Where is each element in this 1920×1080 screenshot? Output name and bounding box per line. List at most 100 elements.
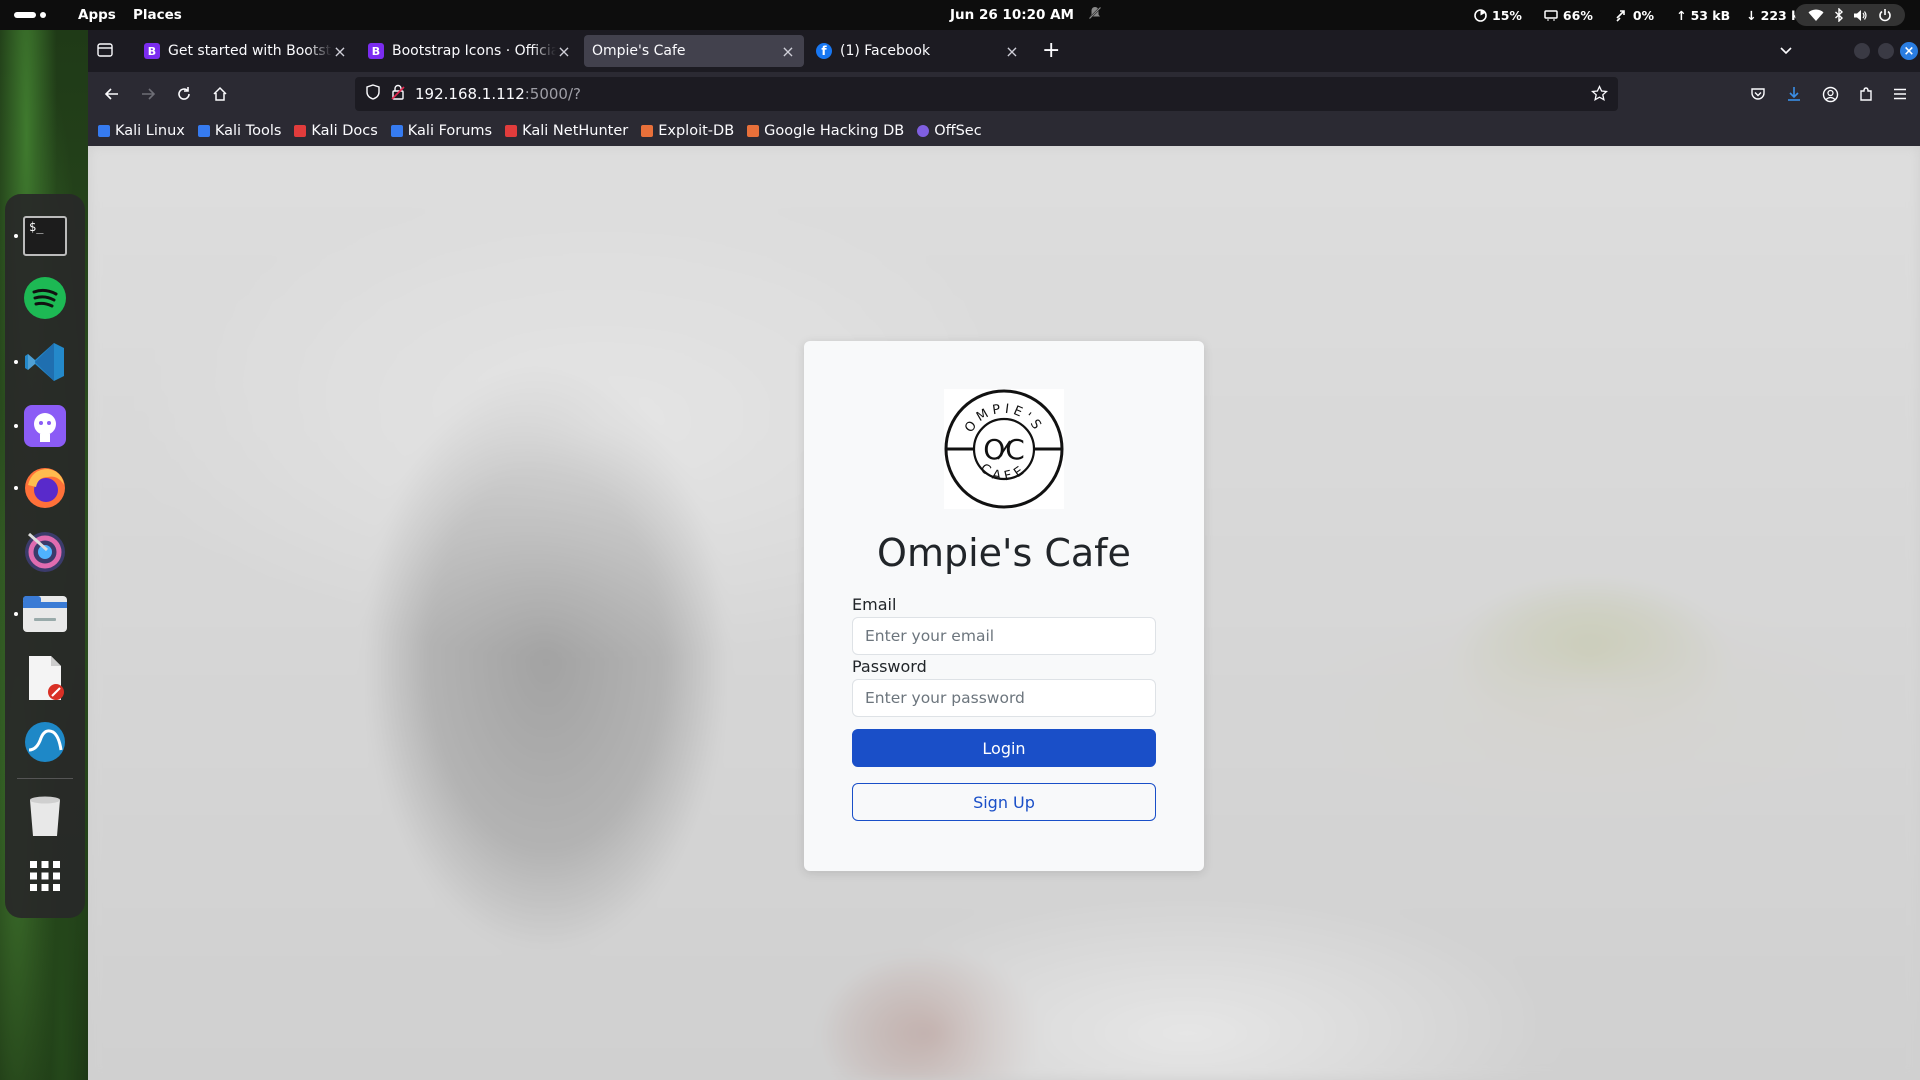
wireshark-icon[interactable] [19, 716, 71, 768]
bookmark-kali-linux[interactable]: Kali Linux [98, 123, 185, 139]
maximize-button[interactable] [1878, 43, 1894, 59]
close-tab-icon[interactable]: × [332, 42, 348, 61]
bookmark-label: OffSec [934, 123, 982, 139]
bookmark-google-hacking-db[interactable]: Google Hacking DB [747, 123, 904, 139]
apps-menu[interactable]: Apps [78, 0, 116, 30]
bookmark-kali-docs[interactable]: Kali Docs [294, 123, 378, 139]
app-menu-button[interactable] [1884, 78, 1916, 110]
bookmark-offsec[interactable]: OffSec [917, 123, 982, 139]
url-bar[interactable]: 192.168.1.112:5000/? [355, 77, 1618, 111]
bookmark-kali-nethunter[interactable]: Kali NetHunter [505, 123, 628, 139]
github-desktop-icon[interactable] [14, 400, 71, 452]
activities-indicator[interactable] [14, 0, 46, 30]
puzzle-piece-icon [1860, 87, 1872, 101]
url-rest: :5000/? [524, 85, 581, 103]
url-host: 192.168.1.112 [415, 85, 525, 103]
downloads-button[interactable] [1778, 78, 1810, 110]
upload-stat: ↑ 53 kB [1676, 8, 1730, 23]
cpu-stat: 15% [1474, 8, 1522, 23]
bookmark-star-icon[interactable] [1590, 84, 1609, 106]
memory-value: 66% [1562, 7, 1593, 23]
new-tab-button[interactable]: + [1042, 38, 1060, 63]
tab-bootstrap-start[interactable]: B Get started with Bootstrap × [136, 35, 356, 67]
bookmark-label: Kali NetHunter [522, 123, 629, 139]
bookmarks-toolbar: Kali Linux Kali Tools Kali Docs Kali For… [88, 116, 1920, 146]
reload-icon [178, 87, 190, 100]
tab-facebook[interactable]: f (1) Facebook × [808, 35, 1028, 67]
close-tab-icon[interactable]: × [780, 42, 796, 61]
password-label: Password [852, 657, 927, 676]
kali-forums-icon [390, 125, 403, 137]
close-tab-icon[interactable]: × [1004, 42, 1020, 61]
minimize-button[interactable] [1854, 43, 1870, 59]
ghdb-icon [747, 125, 760, 137]
text-editor-icon[interactable] [19, 652, 71, 704]
swap-stat: 0% [1615, 8, 1654, 23]
tab-ompies-cafe[interactable]: Ompie's Cafe × [584, 35, 804, 67]
forward-arrow-icon [142, 88, 156, 100]
notifications-muted-icon [1088, 6, 1102, 24]
url-text[interactable]: 192.168.1.112:5000/? [415, 85, 581, 103]
chevron-down-icon [1780, 47, 1792, 55]
trash-icon[interactable] [19, 790, 71, 842]
pocket-button[interactable] [1742, 78, 1774, 110]
insecure-lock-icon[interactable] [391, 84, 405, 104]
kali-docs-icon [294, 125, 307, 137]
wifi-icon [1808, 9, 1824, 21]
nethunter-icon [505, 125, 518, 137]
firefox-icon[interactable] [14, 462, 71, 514]
web-page: OMPIE'S CAFE OC Ompie's Cafe Email Passw… [88, 146, 1920, 1080]
system-monitor[interactable]: 15% 66% 0% ↑ 53 kB ↓ 223 kB [1452, 0, 1809, 30]
hamburger-menu-icon [1894, 88, 1906, 100]
list-all-tabs-button[interactable] [1778, 42, 1794, 62]
offsec-icon [917, 125, 930, 137]
tab-bootstrap-icons[interactable]: B Bootstrap Icons · Official open source… [360, 35, 580, 67]
dock: $_ [5, 194, 85, 918]
datetime: Jun 26 10:20 AM [950, 7, 1074, 23]
tab-title: Get started with Bootstrap [168, 43, 332, 59]
password-field[interactable] [852, 679, 1156, 717]
memory-stat: 66% [1544, 8, 1593, 23]
system-status-menu[interactable] [1795, 4, 1905, 26]
email-label: Email [852, 595, 897, 614]
terminal-icon[interactable]: $_ [14, 210, 71, 262]
clock[interactable]: Jun 26 10:20 AM [950, 0, 1102, 30]
back-arrow-icon [104, 88, 118, 100]
bookmark-label: Kali Tools [214, 123, 282, 139]
color-picker-icon[interactable] [19, 526, 71, 578]
email-field[interactable] [852, 617, 1156, 655]
tab-title: (1) Facebook [840, 43, 931, 59]
bookmark-kali-forums[interactable]: Kali Forums [390, 123, 492, 139]
login-button[interactable]: Login [852, 729, 1156, 767]
bootstrap-icon: B [368, 43, 384, 59]
spotify-icon[interactable] [19, 272, 71, 324]
close-tab-icon[interactable]: × [556, 42, 572, 61]
back-button[interactable] [96, 78, 128, 110]
tab-title: Bootstrap Icons · Official open source S… [392, 43, 556, 59]
extensions-button[interactable] [1850, 78, 1882, 110]
system-top-bar: Apps Places Jun 26 10:20 AM 15% 66% 0% ↑… [0, 0, 1920, 30]
places-menu[interactable]: Places [133, 0, 182, 30]
files-icon[interactable] [14, 588, 71, 640]
reload-button[interactable] [168, 78, 200, 110]
tracking-protection-icon[interactable] [365, 84, 381, 104]
volume-icon [1854, 9, 1867, 21]
vscode-icon[interactable] [14, 336, 71, 388]
close-window-button[interactable]: × [1900, 42, 1918, 60]
account-button[interactable] [1814, 78, 1846, 110]
forward-button[interactable] [132, 78, 164, 110]
cpu-value: 15% [1492, 7, 1522, 23]
kali-tools-icon [197, 125, 210, 137]
firefox-view-icon[interactable] [96, 41, 114, 63]
upload-arrow-icon: ↑ [1676, 7, 1687, 23]
navigation-toolbar: 192.168.1.112:5000/? [88, 72, 1920, 116]
login-card: OMPIE'S CAFE OC Ompie's Cafe Email Passw… [804, 341, 1204, 871]
bookmark-kali-tools[interactable]: Kali Tools [197, 123, 282, 139]
sign-up-button[interactable]: Sign Up [852, 783, 1156, 821]
app-grid-icon[interactable] [19, 850, 71, 902]
page-title: Ompie's Cafe [877, 531, 1131, 575]
home-icon [213, 86, 227, 101]
power-icon [1879, 9, 1891, 22]
bookmark-exploit-db[interactable]: Exploit-DB [641, 123, 734, 139]
home-button[interactable] [204, 78, 236, 110]
